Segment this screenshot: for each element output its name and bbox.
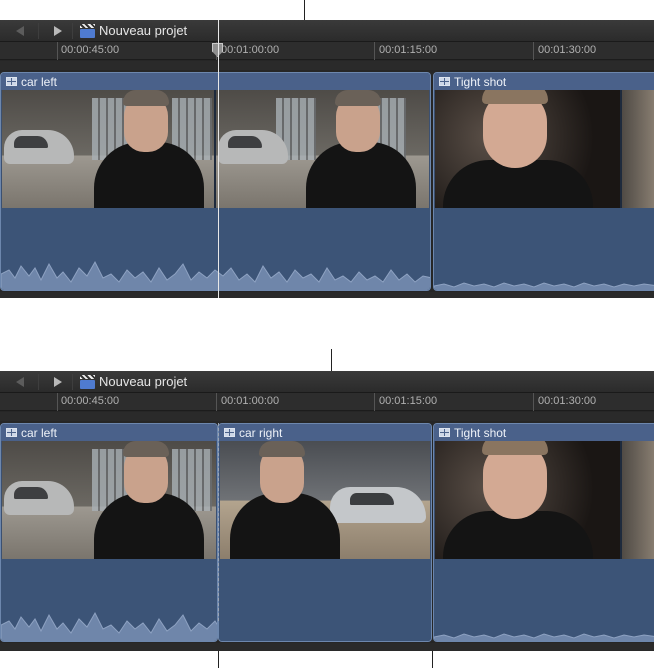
clip-header: car left	[1, 424, 217, 441]
timeline-gutter	[0, 61, 654, 70]
ruler-timecode: 00:01:30:00	[538, 44, 597, 56]
ruler-tick	[57, 393, 58, 411]
audio-waveform	[434, 559, 654, 641]
forward-button[interactable]	[51, 375, 65, 389]
clip-name: car left	[21, 75, 58, 89]
audio-waveform	[1, 208, 430, 290]
filmstrip-icon	[224, 428, 235, 437]
clip-tight-shot[interactable]: Tight shot	[433, 72, 654, 291]
ruler-timecode: 00:01:00:00	[221, 395, 280, 407]
toolbar-divider	[38, 23, 39, 39]
video-thumbnail	[621, 90, 654, 208]
toolbar-divider	[38, 374, 39, 390]
clip-filmstrip	[2, 90, 429, 208]
ruler-timecode: 00:00:45:00	[61, 395, 120, 407]
video-thumbnail	[215, 90, 429, 208]
toolbar-divider	[72, 23, 73, 39]
clip-name: car left	[21, 426, 58, 440]
clip-header: Tight shot	[434, 73, 654, 90]
back-button[interactable]	[13, 24, 27, 38]
clapperboard-icon	[80, 375, 95, 389]
clip-tight-shot[interactable]: Tight shot	[433, 423, 654, 642]
clip-car-right[interactable]: car right	[218, 423, 432, 642]
toolbar-divider	[72, 374, 73, 390]
clip-car-left[interactable]: car left	[0, 72, 431, 291]
timeline-ruler[interactable]: 00:00:45:00 00:01:00:00 00:01:15:00 00:0…	[0, 393, 654, 411]
ruler-timecode: 00:01:30:00	[538, 395, 597, 407]
forward-button[interactable]	[51, 24, 65, 38]
audio-waveform	[1, 559, 217, 641]
timeline-titlebar: Nouveau projet	[0, 20, 654, 42]
clip-name: Tight shot	[454, 426, 507, 440]
waveform-graphic	[434, 282, 654, 290]
ruler-tick	[216, 393, 217, 411]
timeline-gutter	[0, 643, 654, 651]
ruler-timecode: 00:01:00:00	[221, 44, 280, 56]
clip-name: Tight shot	[454, 75, 507, 89]
timeline-panel-before: Nouveau projet 00:00:45:00 00:01:00:00 0…	[0, 20, 654, 298]
project-title: Nouveau projet	[99, 374, 188, 389]
timeline-titlebar: Nouveau projet	[0, 371, 654, 393]
waveform-graphic	[1, 260, 430, 290]
clip-header: car left	[1, 73, 430, 90]
clip-filmstrip	[435, 441, 654, 559]
waveform-graphic	[434, 633, 654, 641]
timeline-panel-after: Nouveau projet 00:00:45:00 00:01:00:00 0…	[0, 371, 654, 651]
ruler-timecode: 00:00:45:00	[61, 44, 120, 56]
video-thumbnail	[621, 441, 654, 559]
filmstrip-icon	[439, 428, 450, 437]
video-thumbnail	[435, 441, 622, 559]
clip-header: Tight shot	[434, 424, 654, 441]
ruler-timecode: 00:01:15:00	[379, 44, 438, 56]
video-thumbnail	[435, 90, 622, 208]
timeline-gutter	[0, 292, 654, 298]
clip-filmstrip	[2, 441, 216, 559]
clip-car-left[interactable]: car left	[0, 423, 218, 642]
ruler-tick	[533, 393, 534, 411]
back-button[interactable]	[13, 375, 27, 389]
ruler-tick	[57, 42, 58, 60]
filmstrip-icon	[439, 77, 450, 86]
ruler-tick	[533, 42, 534, 60]
timeline-ruler[interactable]: 00:00:45:00 00:01:00:00 00:01:15:00 00:0…	[0, 42, 654, 60]
filmstrip-icon	[6, 77, 17, 86]
timeline-gutter	[0, 412, 654, 421]
video-thumbnail	[2, 441, 216, 559]
filmstrip-icon	[6, 428, 17, 437]
edit-point-marker	[218, 423, 219, 621]
clip-filmstrip	[435, 90, 654, 208]
waveform-graphic	[1, 611, 217, 641]
playhead-line[interactable]	[218, 20, 219, 298]
audio-track-empty	[219, 559, 431, 641]
clip-filmstrip	[220, 441, 430, 559]
video-thumbnail	[220, 441, 430, 559]
clip-header: car right	[219, 424, 431, 441]
ruler-tick	[374, 42, 375, 60]
audio-waveform	[434, 208, 654, 290]
project-title: Nouveau projet	[99, 23, 188, 38]
ruler-tick	[374, 393, 375, 411]
video-thumbnail	[2, 90, 216, 208]
ruler-timecode: 00:01:15:00	[379, 395, 438, 407]
clip-name: car right	[239, 426, 283, 440]
clapperboard-icon	[80, 24, 95, 38]
